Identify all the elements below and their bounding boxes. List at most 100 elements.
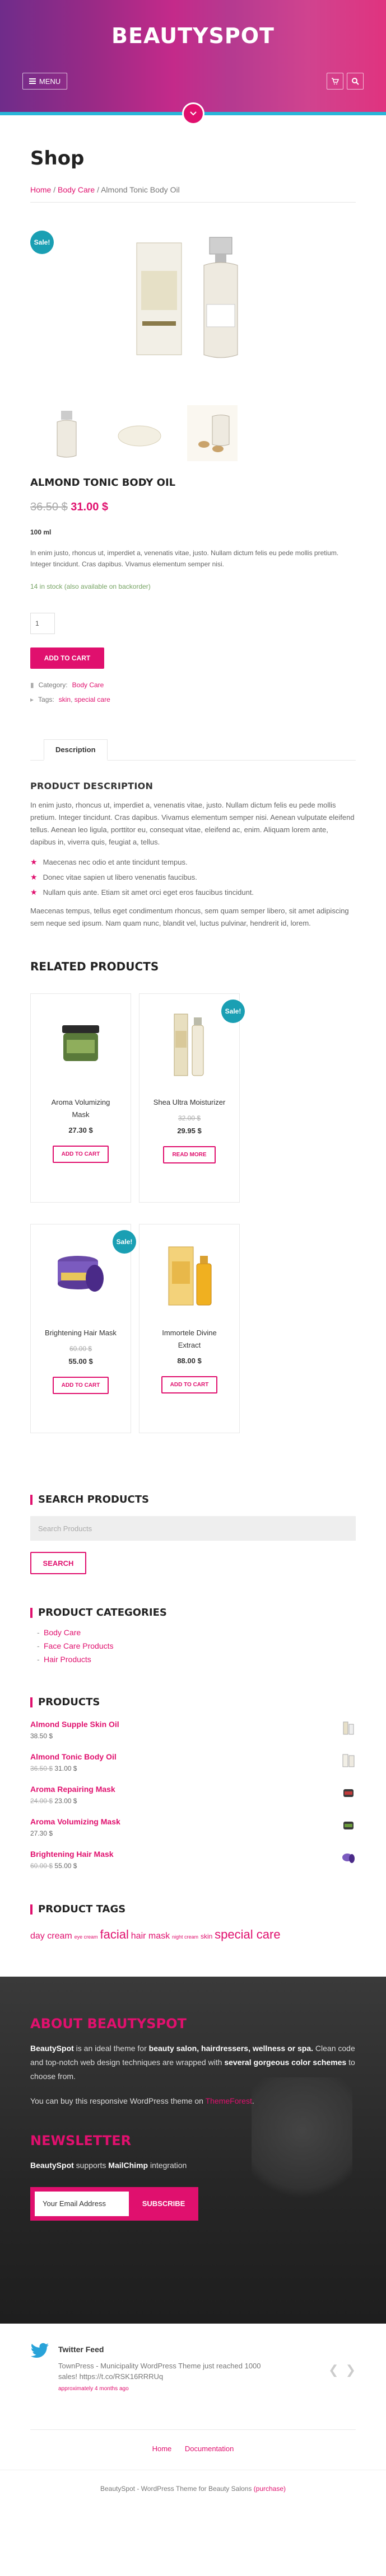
- list-item: ★ Maecenas nec odio et ante tincidunt tem…: [30, 857, 356, 867]
- add-to-cart-button[interactable]: ADD TO CART: [161, 1376, 218, 1393]
- product-link[interactable]: Aroma Repairing Mask: [30, 1785, 356, 1794]
- footer-nav-documentation[interactable]: Documentation: [185, 2444, 234, 2453]
- tag-link-special-care[interactable]: special care: [75, 696, 110, 703]
- product-volume: 100 ml: [30, 528, 52, 536]
- about-bold-2: several gorgeous color schemes: [224, 2058, 347, 2067]
- tab-description[interactable]: Description: [44, 739, 108, 761]
- search-icon: [352, 78, 359, 85]
- old-price: 36.50 $: [30, 501, 68, 513]
- product-image: [62, 1025, 99, 1062]
- list-item[interactable]: Almond Supple Skin Oil 38.50 $: [30, 1720, 356, 1752]
- product-thumbnail: [342, 1754, 355, 1767]
- list-item: Hair Products: [37, 1655, 356, 1664]
- themeforest-link[interactable]: ThemeForest: [206, 2096, 252, 2105]
- thumbnail-texture[interactable]: [114, 405, 165, 461]
- tag-link[interactable]: hair mask: [131, 1931, 170, 1941]
- category-link[interactable]: Body Care: [72, 681, 104, 689]
- search-submit-button[interactable]: SEARCH: [30, 1552, 86, 1575]
- product-link[interactable]: Brightening Hair Mask: [30, 1850, 356, 1859]
- product-main-image[interactable]: [131, 226, 254, 372]
- product-link[interactable]: Almond Supple Skin Oil: [30, 1720, 356, 1729]
- about-text: BeautySpot is an ideal theme for beauty …: [30, 2042, 356, 2084]
- tag-link-skin[interactable]: skin: [59, 696, 71, 703]
- menu-button[interactable]: MENU: [22, 73, 67, 90]
- widget-title: SEARCH PRODUCTS: [30, 1495, 356, 1505]
- description-paragraph-1: In enim justo, rhoncus ut, imperdiet a, …: [30, 800, 355, 847]
- old-price: 36.50 $: [30, 1765, 53, 1773]
- footer-nav-home[interactable]: Home: [152, 2444, 172, 2453]
- list-item[interactable]: Brightening Hair Mask 60.00 $ 55.00 $: [30, 1850, 356, 1882]
- scroll-down-button[interactable]: [182, 102, 204, 125]
- product-price: 60.00 $ 55.00 $: [30, 1862, 356, 1870]
- twitter-feed-title: Twitter Feed: [58, 2344, 104, 2354]
- category-link[interactable]: Body Care: [44, 1628, 81, 1637]
- product-card[interactable]: Aroma Volumizing Mask 27.30 $ ADD TO CAR…: [30, 993, 131, 1203]
- product-thumbnails: [41, 405, 238, 461]
- tweet-time[interactable]: approximately 4 months ago: [58, 2386, 356, 2392]
- chevron-left-icon[interactable]: ❮: [328, 2363, 338, 2377]
- product-category-row: ▮ Category: Body Care: [30, 681, 356, 689]
- thumbnail-almonds[interactable]: [187, 405, 238, 461]
- add-to-cart-button[interactable]: ADD TO CART: [30, 647, 104, 669]
- email-field[interactable]: Your Email Address: [35, 2191, 129, 2216]
- copyright-bar: BeautySpot - WordPress Theme for Beauty …: [0, 2469, 386, 2526]
- related-products-grid: Aroma Volumizing Mask 27.30 $ ADD TO CAR…: [30, 993, 356, 1434]
- current-price: 27.30 $: [30, 1829, 53, 1838]
- cart-button[interactable]: [327, 73, 343, 90]
- product-name[interactable]: Shea Ultra Moisturizer: [139, 1096, 239, 1109]
- hamburger-icon: [29, 78, 36, 84]
- product-thumbnail: [343, 1822, 354, 1830]
- category-link[interactable]: Hair Products: [44, 1655, 91, 1664]
- list-item: Body Care: [37, 1628, 356, 1637]
- tag-link[interactable]: special care: [215, 1927, 280, 1941]
- product-link[interactable]: Aroma Volumizing Mask: [30, 1817, 356, 1826]
- tag-separator: ,: [71, 695, 75, 703]
- product-link[interactable]: Almond Tonic Body Oil: [30, 1752, 356, 1761]
- breadcrumb-home[interactable]: Home: [30, 185, 51, 194]
- list-item: ★ Donec vitae sapien ut libero venenatis …: [30, 872, 356, 882]
- subscribe-button[interactable]: SUBSCRIBE: [133, 2192, 194, 2216]
- old-price: 24.00 $: [30, 1797, 53, 1805]
- search-button[interactable]: [347, 73, 364, 90]
- chevron-right-icon[interactable]: ❯: [346, 2363, 356, 2377]
- read-more-button[interactable]: READ MORE: [163, 1146, 216, 1164]
- site-logo[interactable]: BEAUTYSPOT: [0, 24, 386, 48]
- old-price: 60.00 $: [30, 1862, 53, 1870]
- current-price: 38.50 $: [30, 1732, 53, 1740]
- nl-brand: BeautySpot: [30, 2160, 74, 2170]
- search-input[interactable]: Search Products: [30, 1516, 356, 1541]
- product-price: 27.30 $: [68, 1125, 93, 1134]
- bullet-text: Maecenas nec odio et ante tincidunt temp…: [43, 858, 188, 867]
- list-item[interactable]: Aroma Repairing Mask 24.00 $ 23.00 $: [30, 1785, 356, 1817]
- add-to-cart-button[interactable]: ADD TO CART: [52, 1145, 109, 1163]
- tag-link[interactable]: skin: [201, 1932, 212, 1940]
- tag-link[interactable]: night cream: [172, 1934, 198, 1940]
- tweet-text[interactable]: TownPress - Municipality WordPress Theme…: [58, 2361, 271, 2382]
- add-to-cart-button[interactable]: ADD TO CART: [52, 1377, 109, 1395]
- product-card[interactable]: Sale! Brightening Hair Mask 60.00 $ 55.0…: [30, 1224, 136, 1434]
- about-brand: BeautySpot: [30, 2043, 74, 2053]
- product-name[interactable]: Brightening Hair Mask: [31, 1327, 131, 1339]
- category-list: Body Care Face Care Products Hair Produc…: [30, 1628, 356, 1664]
- nl-text-2: integration: [148, 2160, 187, 2170]
- menu-label: MENU: [39, 77, 61, 86]
- tag-link[interactable]: eye cream: [75, 1934, 98, 1940]
- header-bar: MENU: [22, 73, 364, 91]
- tag-link[interactable]: day cream: [30, 1931, 72, 1941]
- purchase-link[interactable]: (purchase): [254, 2485, 286, 2493]
- list-item[interactable]: Aroma Volumizing Mask 27.30 $: [30, 1817, 356, 1850]
- product-card[interactable]: Immortele Divine Extract 88.00 $ ADD TO …: [139, 1224, 240, 1434]
- product-gallery: Sale!: [30, 226, 356, 472]
- old-price: 32.00 $: [178, 1114, 201, 1123]
- list-item[interactable]: Almond Tonic Body Oil 36.50 $ 31.00 $: [30, 1752, 356, 1785]
- tag-link[interactable]: facial: [100, 1927, 129, 1941]
- quantity-input[interactable]: 1: [30, 612, 55, 634]
- product-price: 88.00 $: [177, 1356, 202, 1365]
- nl-bold: MailChimp: [108, 2160, 148, 2170]
- category-link[interactable]: Face Care Products: [44, 1641, 114, 1650]
- product-name[interactable]: Immortele Divine Extract: [139, 1327, 239, 1352]
- thumbnail-bottle[interactable]: [41, 405, 92, 461]
- breadcrumb-category[interactable]: Body Care: [58, 185, 95, 194]
- product-name[interactable]: Aroma Volumizing Mask: [31, 1096, 131, 1121]
- product-card[interactable]: Sale! Shea Ultra Moisturizer 32.00 $ 29.…: [139, 993, 245, 1203]
